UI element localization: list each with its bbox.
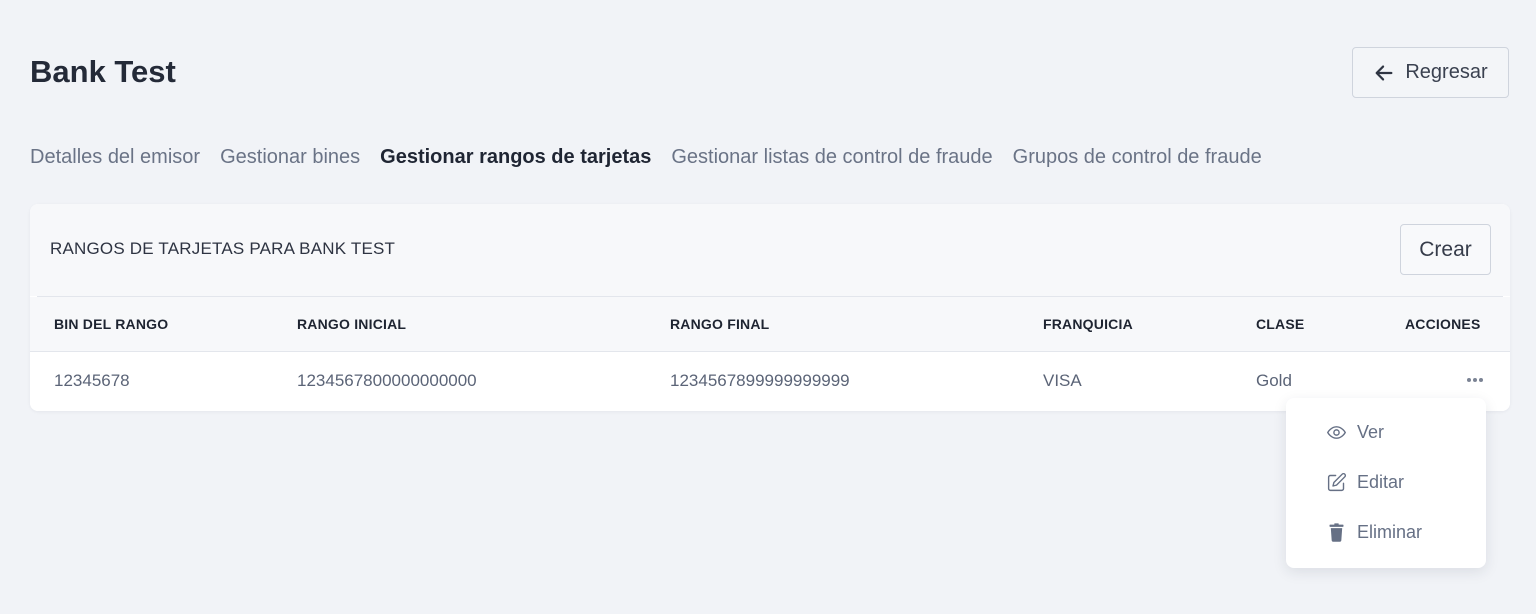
more-actions-icon[interactable] [1464,369,1486,391]
arrow-left-icon [1375,64,1393,81]
menu-item-label: Editar [1357,471,1405,492]
create-button[interactable]: Crear [1400,224,1491,275]
menu-item-editar[interactable]: Editar [1326,468,1404,496]
cell-rango-inicial: 1234567800000000000 [297,371,477,390]
tab-gestionar-rangos[interactable]: Gestionar rangos de tarjetas [380,146,651,169]
column-header-bin: BIN DEL RANGO [54,316,169,332]
cell-franquicia: VISA [1043,371,1082,390]
eye-icon [1327,425,1346,439]
table-header: BIN DEL RANGO RANGO INICIAL RANGO FINAL … [30,297,1510,352]
column-header-rango-inicial: RANGO INICIAL [297,316,407,332]
back-button-label: Regresar [1405,61,1488,83]
edit-icon [1327,472,1346,491]
card-header: RANGOS DE TARJETAS PARA BANK TEST Crear [30,204,1510,296]
cell-rango-final: 1234567899999999999 [670,371,850,390]
card-ranges: RANGOS DE TARJETAS PARA BANK TEST Crear … [30,204,1510,411]
column-header-franquicia: FRANQUICIA [1043,316,1133,332]
cell-bin: 12345678 [54,371,130,390]
page-title: Bank Test [30,54,176,89]
tab-listas-control-fraude[interactable]: Gestionar listas de control de fraude [671,146,992,169]
tab-grupos-control-fraude[interactable]: Grupos de control de fraude [1013,146,1262,169]
menu-item-label: Ver [1357,421,1385,442]
menu-item-ver[interactable]: Ver [1326,418,1384,446]
tab-bar: Detalles del emisor Gestionar bines Gest… [30,146,1262,169]
column-header-acciones: ACCIONES [1405,316,1481,332]
cell-clase: Gold [1256,371,1292,390]
menu-item-eliminar[interactable]: Eliminar [1326,518,1422,546]
back-button[interactable]: Regresar [1352,47,1509,98]
column-header-clase: CLASE [1256,316,1305,332]
trash-icon [1329,522,1344,542]
card-title: RANGOS DE TARJETAS PARA BANK TEST [50,239,396,258]
tab-gestionar-bines[interactable]: Gestionar bines [220,146,360,169]
actions-dropdown-menu: Ver Editar Eliminar [1286,398,1486,568]
column-header-rango-final: RANGO FINAL [670,316,770,332]
menu-item-label: Eliminar [1357,521,1423,542]
tab-detalles-emisor[interactable]: Detalles del emisor [30,146,200,169]
